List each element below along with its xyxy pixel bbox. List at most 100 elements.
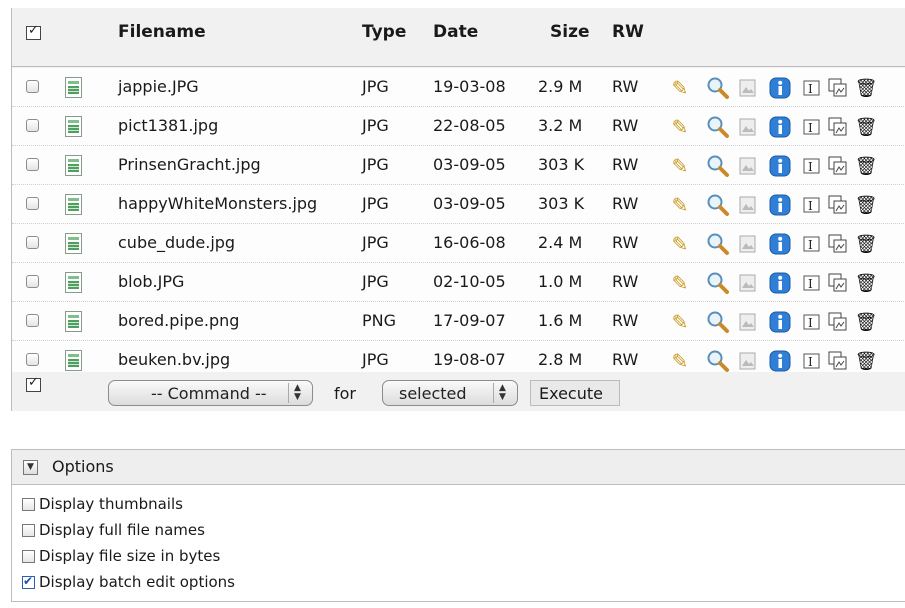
cell-filename[interactable]: happyWhiteMonsters.jpg [118,194,317,213]
cell-date: 02-10-05 [433,272,506,291]
select-all-checkbox[interactable] [26,23,41,40]
svg-text:I: I [808,238,813,252]
delete-trash-icon[interactable]: 🗑 [855,193,878,217]
thumbnail-icon[interactable] [737,154,759,178]
file-icon [65,194,82,215]
copy-icon[interactable] [827,310,849,334]
thumbnail-icon[interactable] [737,193,759,217]
row-actions: ✎ I 🗑 [667,154,897,178]
option-checkbox[interactable] [22,574,35,589]
thumbnail-icon[interactable] [737,115,759,139]
view-magnifier-icon[interactable] [705,154,731,178]
edit-pencil-icon[interactable]: ✎ [667,115,693,139]
cell-filename[interactable]: bored.pipe.png [118,311,239,330]
rename-icon[interactable]: I [801,76,823,100]
cell-filename[interactable]: jappie.JPG [118,77,199,96]
view-magnifier-icon[interactable] [705,310,731,334]
row-checkbox[interactable] [26,314,39,327]
info-icon[interactable] [767,154,793,178]
rename-icon[interactable]: I [801,349,823,373]
delete-trash-icon[interactable]: 🗑 [855,271,878,295]
rename-icon[interactable]: I [801,232,823,256]
thumbnail-icon[interactable] [737,310,759,334]
rename-icon[interactable]: I [801,193,823,217]
delete-trash-icon[interactable]: 🗑 [855,115,878,139]
info-icon[interactable] [767,76,793,100]
collapse-toggle-icon[interactable]: ▼ [23,460,38,475]
cell-type: JPG [362,116,389,135]
delete-trash-icon[interactable]: 🗑 [855,76,878,100]
info-icon[interactable] [767,232,793,256]
execute-button[interactable]: Execute [530,380,620,406]
view-magnifier-icon[interactable] [705,232,731,256]
thumbnail-icon[interactable] [737,232,759,256]
cell-filename[interactable]: beuken.bv.jpg [118,350,230,369]
delete-trash-icon[interactable]: 🗑 [855,310,878,334]
option-label: Display full file names [39,521,205,539]
view-magnifier-icon[interactable] [705,271,731,295]
edit-pencil-icon[interactable]: ✎ [667,310,693,334]
option-checkbox[interactable] [22,498,35,511]
thumbnail-icon[interactable] [737,271,759,295]
select-all-checkbox-bottom[interactable] [26,375,41,392]
row-checkbox[interactable] [26,80,39,93]
option-checkbox[interactable] [22,524,35,537]
rename-icon[interactable]: I [801,115,823,139]
edit-pencil-icon[interactable]: ✎ [667,193,693,217]
info-icon[interactable] [767,310,793,334]
edit-pencil-icon[interactable]: ✎ [667,154,693,178]
copy-icon[interactable] [827,115,849,139]
delete-trash-icon[interactable]: 🗑 [855,232,878,256]
info-icon[interactable] [767,271,793,295]
view-magnifier-icon[interactable] [705,193,731,217]
header-rw[interactable]: RW [612,22,644,42]
info-icon[interactable] [767,193,793,217]
delete-trash-icon[interactable]: 🗑 [855,349,878,373]
cell-type: JPG [362,272,389,291]
view-magnifier-icon[interactable] [705,349,731,373]
target-select[interactable]: selected ▲ ▼ [382,380,518,406]
delete-trash-icon[interactable]: 🗑 [855,154,878,178]
row-actions: ✎ I 🗑 [667,115,897,139]
cell-filename[interactable]: blob.JPG [118,272,184,291]
edit-pencil-icon[interactable]: ✎ [667,349,693,373]
svg-text:I: I [808,199,813,213]
svg-text:I: I [808,355,813,369]
header-date[interactable]: Date [433,22,478,42]
edit-pencil-icon[interactable]: ✎ [667,232,693,256]
header-size[interactable]: Size [550,22,590,42]
edit-pencil-icon[interactable]: ✎ [667,271,693,295]
row-checkbox[interactable] [26,275,39,288]
command-select[interactable]: -- Command -- ▲ ▼ [108,380,313,406]
header-type[interactable]: Type [362,22,406,42]
rename-icon[interactable]: I [801,271,823,295]
rename-icon[interactable]: I [801,154,823,178]
view-magnifier-icon[interactable] [705,76,731,100]
copy-icon[interactable] [827,154,849,178]
view-magnifier-icon[interactable] [705,115,731,139]
copy-icon[interactable] [827,76,849,100]
option-checkbox[interactable] [22,550,35,563]
header-filename[interactable]: Filename [118,22,206,42]
cell-filename[interactable]: PrinsenGracht.jpg [118,155,261,174]
thumbnail-icon[interactable] [737,76,759,100]
row-checkbox[interactable] [26,158,39,171]
thumbnail-icon[interactable] [737,349,759,373]
copy-icon[interactable] [827,232,849,256]
copy-icon[interactable] [827,349,849,373]
options-header[interactable]: ▼ Options [11,449,905,485]
cell-filename[interactable]: pict1381.jpg [118,116,218,135]
row-checkbox[interactable] [26,197,39,210]
copy-icon[interactable] [827,193,849,217]
info-icon[interactable] [767,349,793,373]
rename-icon[interactable]: I [801,310,823,334]
edit-pencil-icon[interactable]: ✎ [667,76,693,100]
info-icon[interactable] [767,115,793,139]
file-icon [65,311,82,332]
row-checkbox[interactable] [26,119,39,132]
copy-icon[interactable] [827,271,849,295]
row-checkbox[interactable] [26,236,39,249]
cell-rw: RW [612,116,639,135]
cell-filename[interactable]: cube_dude.jpg [118,233,235,252]
row-checkbox[interactable] [26,353,39,366]
